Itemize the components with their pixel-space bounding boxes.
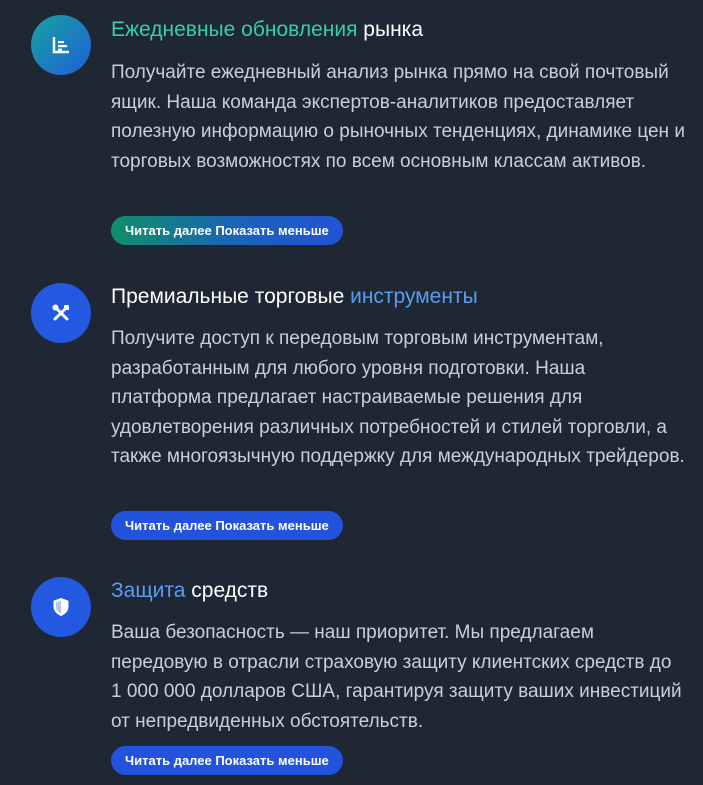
feature-description: Ваша безопасность — наш приоритет. Мы пр… bbox=[111, 622, 682, 732]
title-accent: Защита bbox=[111, 579, 186, 602]
read-more-button[interactable]: Читать далее Показать меньше bbox=[111, 746, 343, 775]
tools-icon bbox=[52, 304, 69, 321]
read-more-button[interactable]: Читать далее Показать меньше bbox=[111, 216, 343, 245]
title-rest: Премиальные торговые bbox=[111, 285, 345, 308]
funds-protection-icon-badge bbox=[31, 577, 91, 637]
title-rest: средств bbox=[191, 579, 269, 602]
title-rest: рынка bbox=[363, 18, 423, 41]
feature-description: Получите доступ к передовым торговым инс… bbox=[111, 328, 685, 467]
market-updates-icon-badge bbox=[31, 15, 91, 75]
feature-title: Премиальные торговые инструменты bbox=[111, 284, 478, 310]
feature-description: Получайте ежедневный анализ рынка прямо … bbox=[111, 62, 685, 172]
feature-title: Защита средств bbox=[111, 578, 268, 604]
feature-title: Ежедневные обновления рынка bbox=[111, 17, 423, 43]
shield-icon bbox=[53, 598, 69, 616]
read-more-button[interactable]: Читать далее Показать меньше bbox=[111, 511, 343, 540]
title-accent: Ежедневные обновления bbox=[111, 18, 358, 41]
premium-tools-icon-badge bbox=[31, 283, 91, 343]
title-accent: инструменты bbox=[350, 285, 478, 308]
chart-icon bbox=[52, 37, 69, 54]
